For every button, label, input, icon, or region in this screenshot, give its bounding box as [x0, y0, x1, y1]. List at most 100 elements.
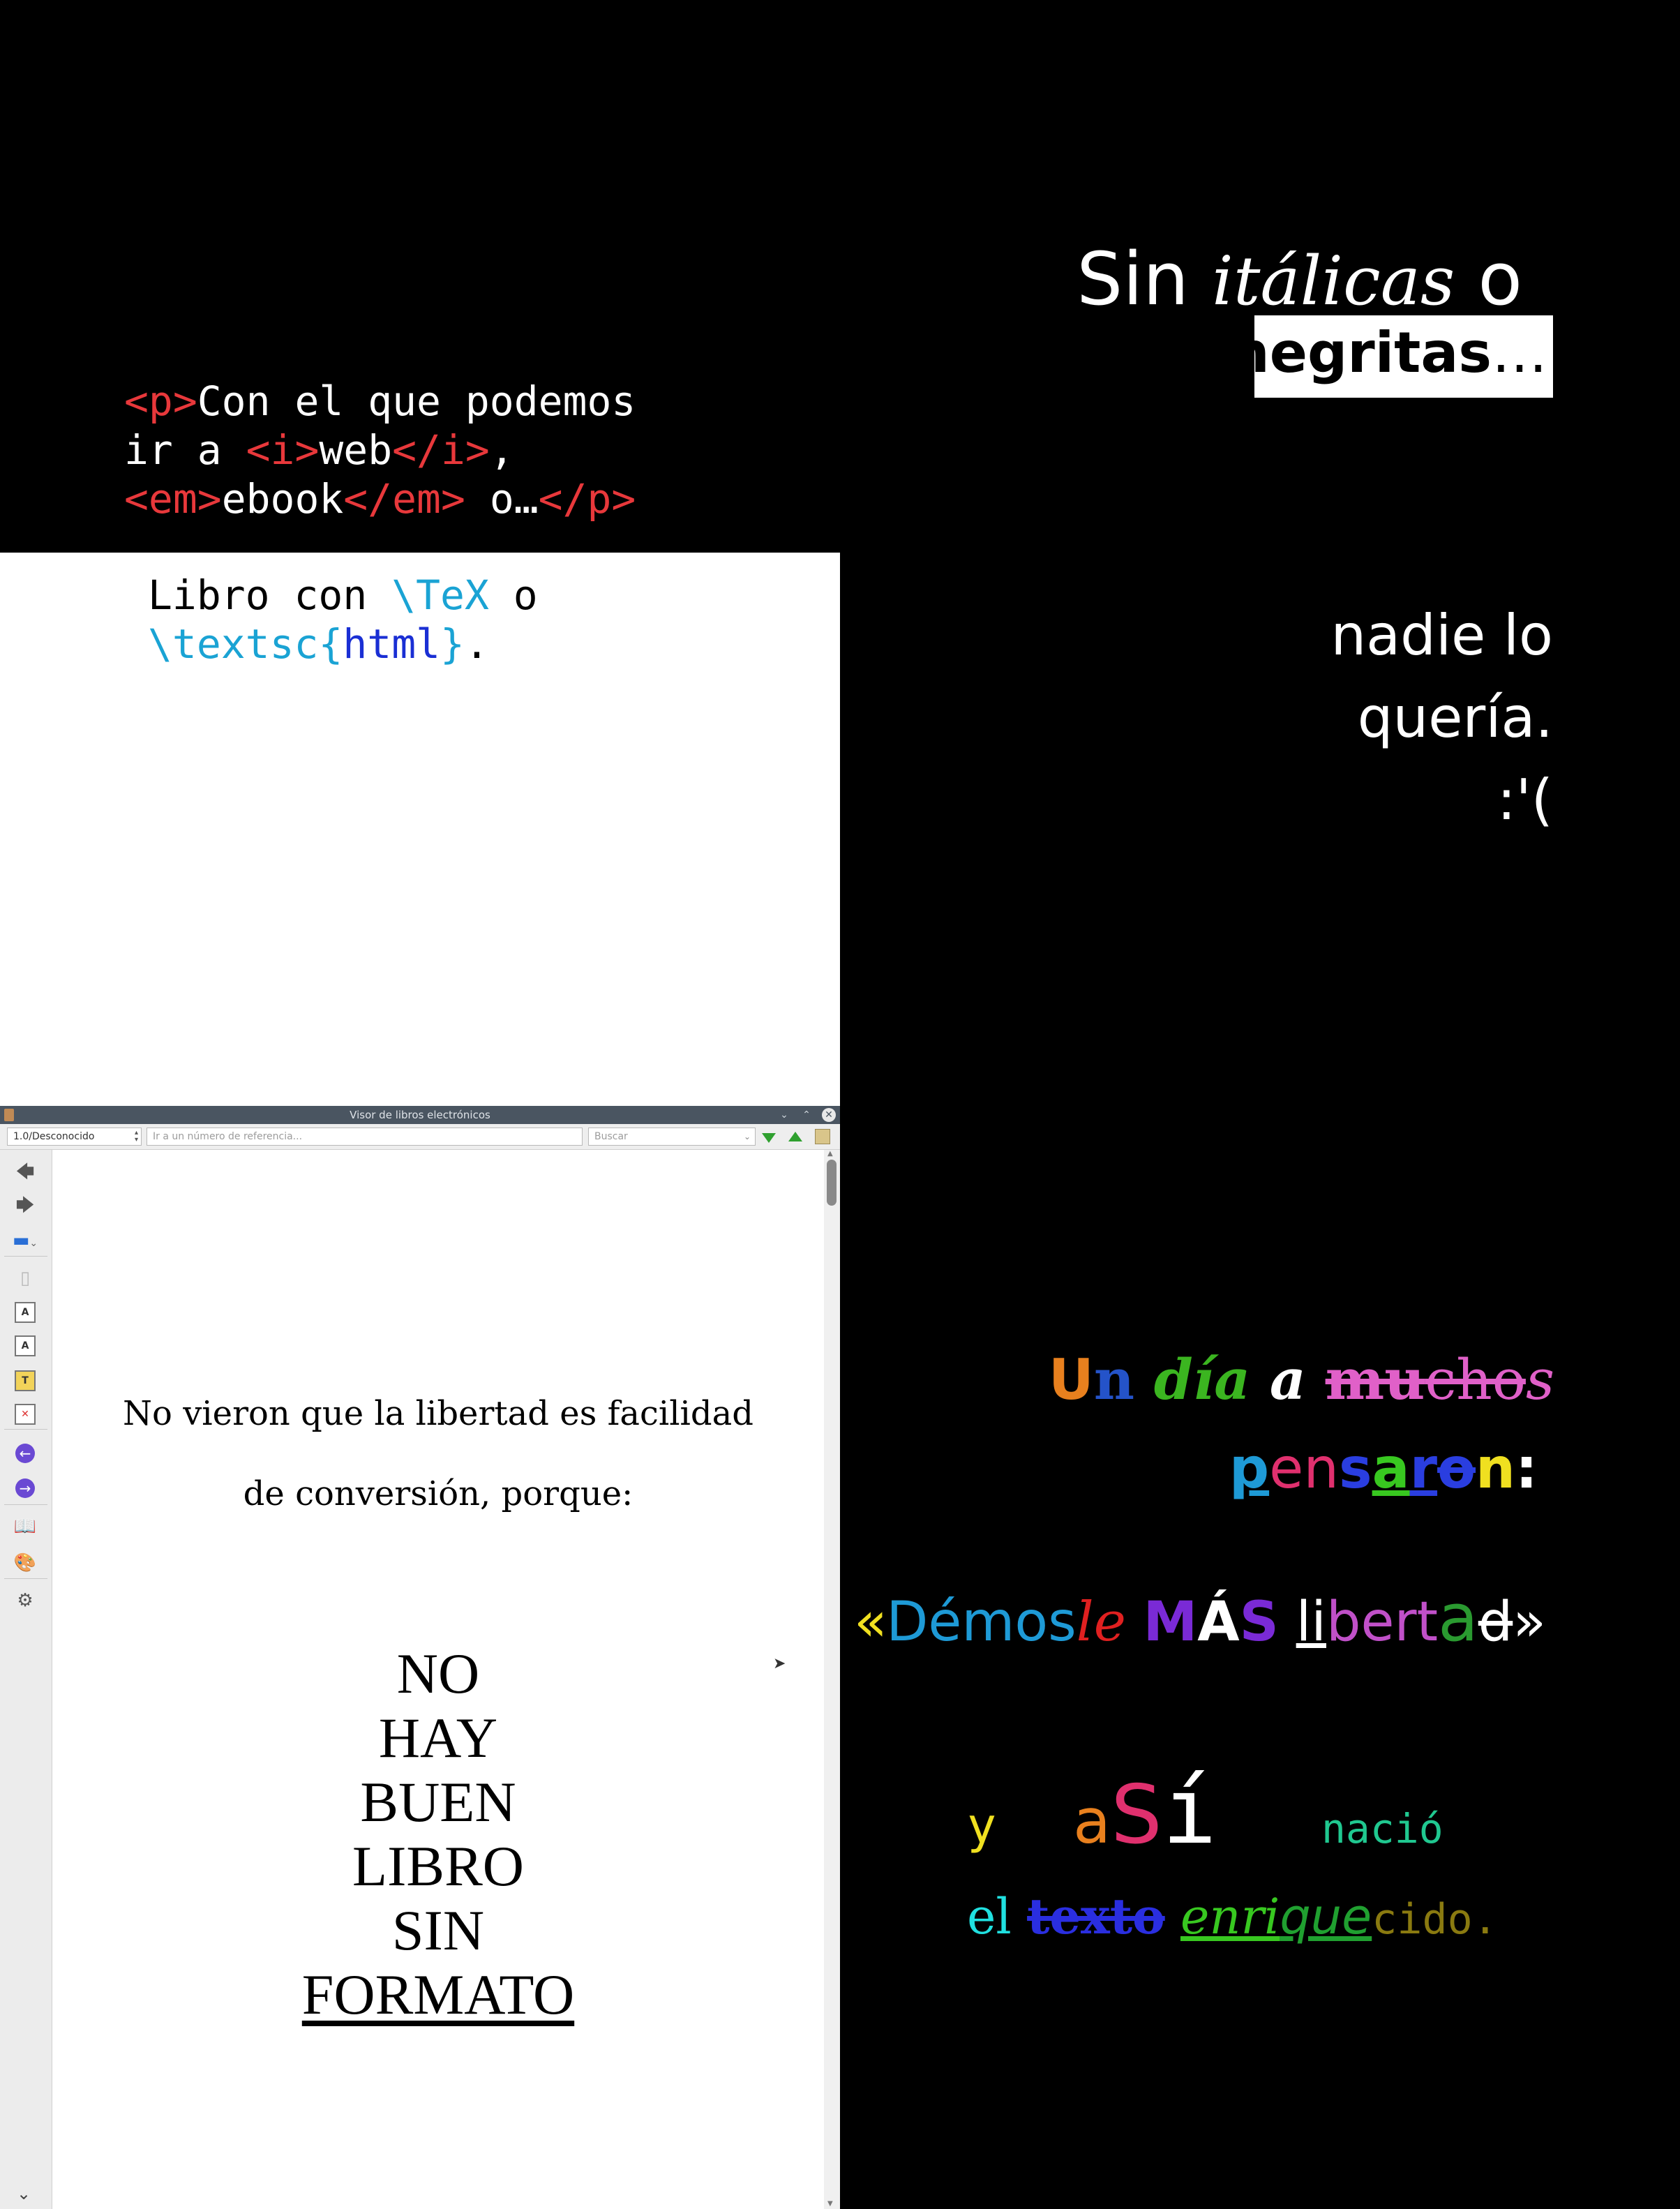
- window-titlebar[interactable]: Visor de libros electrónicos ⌄ ⌃ ✕: [0, 1106, 840, 1124]
- code-text: web: [319, 426, 393, 474]
- code-text: ,: [489, 426, 514, 474]
- word-cho: cho: [1425, 1347, 1526, 1412]
- tag-close-p: </p>: [538, 475, 636, 523]
- letter-s: s: [1525, 1347, 1554, 1412]
- reference-input[interactable]: Ir a un número de referencia...: [147, 1128, 583, 1146]
- letter-m: M: [1143, 1591, 1198, 1654]
- line-el-texto-enriquecido: el texto enriquecido.: [967, 1887, 1498, 1945]
- vertical-scrollbar[interactable]: ▲ ▼: [824, 1150, 840, 2209]
- word-a: a: [1269, 1347, 1306, 1412]
- find-previous-icon[interactable]: [788, 1132, 802, 1141]
- big-word-sin: SIN: [391, 1899, 485, 1962]
- word-negritas: negritas…: [1230, 315, 1547, 391]
- big-word-buen: BUEN: [360, 1770, 516, 1834]
- page-blank-icon[interactable]: ▯: [11, 1266, 39, 1291]
- spin-arrows-icon[interactable]: ▴ ▾: [135, 1130, 138, 1144]
- quote-open: «: [854, 1591, 887, 1654]
- page-position-value: 1.0/Desconocido: [13, 1131, 95, 1142]
- tag-open-i: <i>: [246, 426, 320, 474]
- big-word-hay: HAY: [378, 1706, 498, 1769]
- page-position-spinbox[interactable]: 1.0/Desconocido ▴ ▾: [7, 1128, 142, 1146]
- preferences-icon[interactable]: 🎨: [11, 1550, 39, 1575]
- line-y-asi-nacio: y aSí nació: [967, 1758, 1443, 1864]
- toolbar-separator: [4, 1578, 47, 1579]
- letter-s: S: [1111, 1768, 1162, 1862]
- fullscreen-icon[interactable]: ✕: [11, 1401, 39, 1426]
- reference-placeholder: Ir a un número de referencia...: [153, 1131, 303, 1142]
- code-text: ir a: [124, 426, 246, 474]
- chevron-down-icon[interactable]: ⌄: [17, 2184, 31, 2203]
- letter-r: r: [1409, 1436, 1438, 1501]
- big-word-no: NO: [396, 1642, 480, 1705]
- search-input[interactable]: Buscar ⌄: [588, 1128, 756, 1146]
- ellipsis: …: [1492, 320, 1547, 385]
- window-title: Visor de libros electrónicos: [350, 1109, 490, 1121]
- next-page-icon[interactable]: →: [11, 1475, 39, 1500]
- ebook-viewer-window: Visor de libros electrónicos ⌄ ⌃ ✕ 1.0/D…: [0, 1106, 840, 2209]
- book-sentence-2: de conversión, porque:: [243, 1474, 633, 1513]
- word-cido: cido.: [1372, 1895, 1498, 1944]
- maximize-icon[interactable]: ⌃: [800, 1108, 813, 1122]
- chevron-down-icon[interactable]: ⌄: [744, 1128, 751, 1145]
- big-word-formato: FORMATO: [301, 1963, 575, 2026]
- gear-icon[interactable]: ⚙: [11, 1588, 39, 1613]
- code-text: ebook: [221, 475, 344, 523]
- word-texto: texto: [1027, 1887, 1165, 1945]
- save-dropdown-icon[interactable]: ▬⌄: [11, 1228, 39, 1253]
- previous-page-icon[interactable]: ←: [11, 1440, 39, 1465]
- letter-s: S: [1239, 1591, 1279, 1654]
- close-icon[interactable]: ✕: [822, 1108, 836, 1122]
- back-arrow-icon[interactable]: 🡄: [11, 1160, 39, 1185]
- tex-code-snippet: Libro con \TeX o \textsc{html}.: [148, 571, 538, 668]
- mouse-cursor-icon: ➤: [773, 1655, 786, 1672]
- letter-s: s: [1339, 1436, 1372, 1501]
- font-smaller-icon[interactable]: A: [11, 1333, 39, 1358]
- word-italicas: itálicas: [1212, 242, 1455, 320]
- word-o: o: [1478, 237, 1522, 322]
- scroll-down-icon[interactable]: ▼: [827, 2200, 833, 2208]
- word-dia: día: [1153, 1347, 1251, 1412]
- html-code-snippet: <p>Con el que podemos ir a <i>web</i>, <…: [124, 377, 636, 523]
- word-bert: bert: [1326, 1591, 1439, 1654]
- toolbar-separator: [4, 1429, 47, 1430]
- viewer-toolbar: 1.0/Desconocido ▴ ▾ Ir a un número de refe…: [0, 1124, 840, 1150]
- word-nacio: nació: [1321, 1805, 1443, 1852]
- tag-close-i: </i>: [392, 426, 490, 474]
- word-li: li: [1296, 1591, 1326, 1654]
- line-un-dia-muchos: Un día a muchos: [1049, 1347, 1554, 1412]
- tag-open-em: <em>: [124, 475, 222, 523]
- letter-n: n: [1476, 1436, 1515, 1501]
- line-queria: quería.: [1357, 685, 1553, 750]
- word-mu: mu: [1325, 1347, 1425, 1412]
- find-next-icon[interactable]: [762, 1133, 776, 1143]
- forward-arrow-icon[interactable]: 🡆: [11, 1193, 39, 1218]
- word-sin: Sin: [1077, 237, 1190, 322]
- letter-o: o: [1437, 1436, 1476, 1501]
- bookmark-icon[interactable]: [815, 1129, 830, 1144]
- app-icon: [4, 1109, 14, 1121]
- word-demos: Démos: [886, 1591, 1077, 1654]
- letter-a: a: [1372, 1436, 1410, 1501]
- word-y: y: [967, 1797, 997, 1855]
- letter-i: í: [1162, 1758, 1217, 1864]
- text-tool-icon[interactable]: T: [11, 1368, 39, 1393]
- side-toolbar: 🡄 🡆 ▬⌄ ▯ A A T ✕ ← → 📖 🎨 ⚙: [0, 1150, 52, 2209]
- letter-a: Á: [1197, 1591, 1240, 1654]
- scroll-thumb[interactable]: [827, 1160, 837, 1206]
- minimize-icon[interactable]: ⌄: [777, 1108, 791, 1122]
- open-book-icon[interactable]: 📖: [11, 1514, 39, 1539]
- letter-d: d: [1478, 1591, 1513, 1654]
- letter-e: e: [1269, 1436, 1304, 1501]
- big-word-libro: LIBRO: [352, 1834, 524, 1898]
- line-nadie-lo: nadie lo: [1330, 603, 1553, 668]
- quote-close: »: [1513, 1591, 1546, 1654]
- letter-n: n: [1093, 1347, 1135, 1412]
- word-que: que: [1280, 1888, 1372, 1945]
- negritas-bold: negritas: [1229, 320, 1492, 385]
- line-demosle-mas-libertad: «Démosle MÁS libertad»: [854, 1580, 1546, 1656]
- nadie-lo-queria: nadie lo quería. :'(: [1330, 594, 1553, 841]
- line-pensaron: pensaron:: [1229, 1436, 1538, 1501]
- font-larger-icon[interactable]: A: [11, 1299, 39, 1324]
- scroll-up-icon[interactable]: ▲: [827, 1150, 833, 1158]
- code-text: Con el que podemos: [197, 377, 636, 425]
